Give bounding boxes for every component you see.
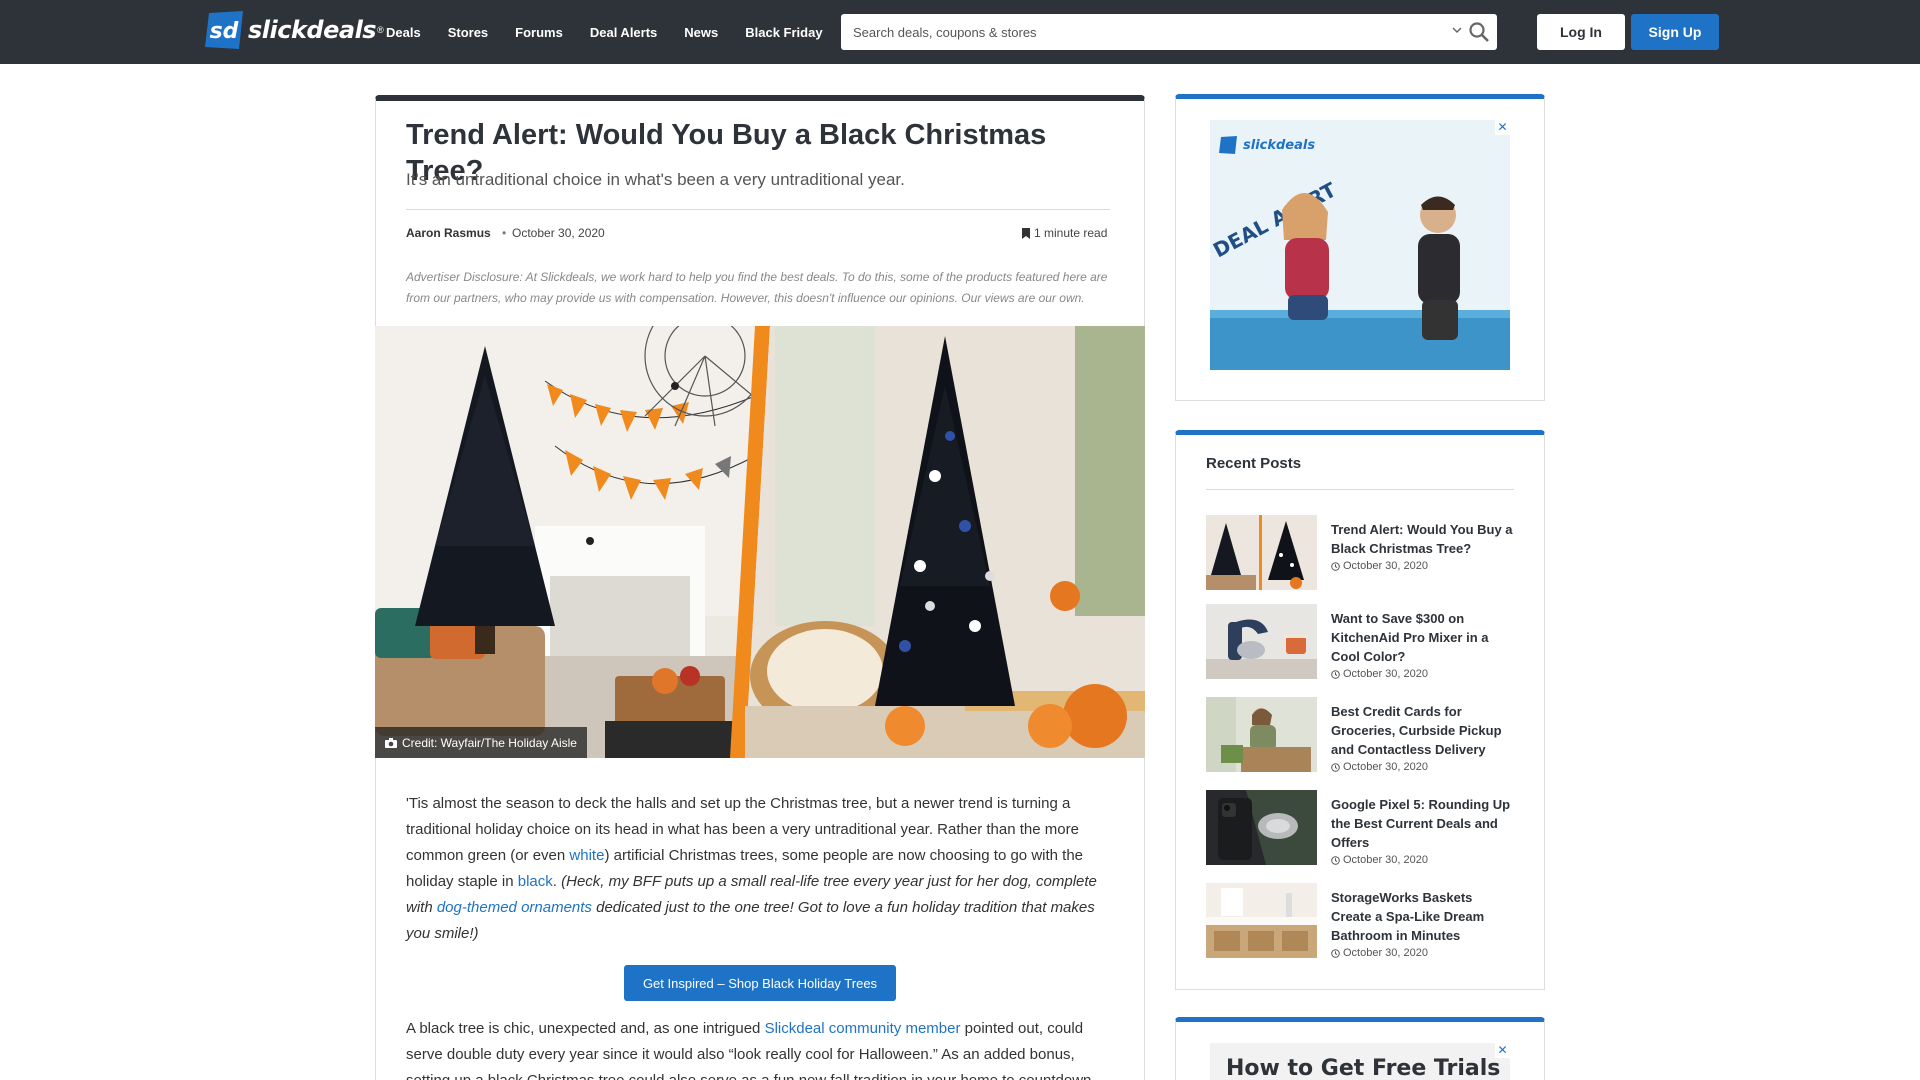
- ad-headline: How to Get Free Trials: [1226, 1056, 1501, 1080]
- advertiser-disclosure: Advertiser Disclosure: At Slickdeals, we…: [406, 270, 1108, 305]
- sidebar-ad-card-2: How to Get Free Trials ✕: [1175, 1017, 1545, 1080]
- post-date-text: October 30, 2020: [1343, 668, 1429, 680]
- top-navigation-bar: sd slickdeals ® Deals Stores Forums Deal…: [0, 0, 1920, 64]
- slickdeals-logo-icon: sd: [205, 11, 243, 49]
- author-name[interactable]: Aaron Rasmus: [406, 226, 491, 240]
- deal-alert-ad-image: slickdeals DEAL ALERT: [1210, 120, 1510, 370]
- image-credit: Credit: Wayfair/The Holiday Aisle: [375, 727, 587, 758]
- post-date: October 30, 2020: [1331, 761, 1428, 773]
- article-card: Trend Alert: Would You Buy a Black Chris…: [375, 95, 1145, 1080]
- post-thumbnail[interactable]: [1206, 515, 1317, 590]
- clock-icon: [1331, 855, 1340, 865]
- signup-button[interactable]: Sign Up: [1631, 14, 1719, 50]
- nav-forums[interactable]: Forums: [515, 25, 563, 40]
- divider: [406, 209, 1110, 210]
- link-white-trees[interactable]: white: [569, 847, 604, 864]
- chevron-down-icon[interactable]: [1452, 25, 1462, 35]
- image-credit-text: Credit: Wayfair/The Holiday Aisle: [402, 735, 577, 750]
- clock-icon: [1331, 669, 1340, 679]
- link-dog-ornaments[interactable]: dog-themed ornaments: [437, 899, 592, 916]
- post-date: October 30, 2020: [1331, 854, 1428, 866]
- clock-icon: [1331, 948, 1340, 958]
- main-nav: Deals Stores Forums Deal Alerts News Bla…: [386, 0, 850, 64]
- post-date: October 30, 2020: [1331, 947, 1428, 959]
- search-input[interactable]: [853, 14, 1433, 50]
- read-time-label: 1 minute read: [1034, 226, 1108, 240]
- clock-icon: [1331, 561, 1340, 571]
- svg-text:slickdeals: slickdeals: [1243, 138, 1315, 153]
- shop-black-trees-button[interactable]: Get Inspired – Shop Black Holiday Trees: [624, 965, 896, 1001]
- read-time: 1 minute read: [1022, 226, 1107, 240]
- bookmark-icon: [1022, 227, 1030, 239]
- search-icon[interactable]: [1468, 21, 1490, 43]
- post-title[interactable]: Best Credit Cards for Groceries, Curbsid…: [1331, 702, 1516, 759]
- link-black-trees[interactable]: black: [518, 873, 553, 890]
- post-thumbnail[interactable]: [1206, 604, 1317, 679]
- slickdeals-logo[interactable]: sd slickdeals ®: [203, 8, 384, 52]
- post-title[interactable]: Trend Alert: Would You Buy a Black Chris…: [1331, 520, 1516, 558]
- recent-posts-heading: Recent Posts: [1206, 455, 1302, 472]
- post-thumbnail[interactable]: [1206, 790, 1317, 865]
- link-community-member[interactable]: Slickdeal community member: [765, 1020, 961, 1037]
- sidebar-ad-card: slickdeals DEAL ALERT ✕: [1175, 94, 1545, 401]
- camera-icon: [385, 737, 397, 748]
- free-trials-ad[interactable]: How to Get Free Trials ✕: [1210, 1043, 1510, 1080]
- post-date-text: October 30, 2020: [1343, 854, 1429, 866]
- post-date: October 30, 2020: [1331, 560, 1428, 572]
- recent-posts-card: Recent Posts Trend Alert: Would You Buy …: [1175, 430, 1545, 990]
- post-date-text: October 30, 2020: [1343, 947, 1429, 959]
- post-title[interactable]: Google Pixel 5: Rounding Up the Best Cur…: [1331, 795, 1516, 852]
- article-subtitle: It's an untraditional choice in what's b…: [406, 170, 905, 189]
- divider: [1206, 489, 1514, 490]
- registered-mark: ®: [377, 25, 384, 35]
- ad-close-icon[interactable]: ✕: [1495, 1043, 1510, 1058]
- svg-text:sd: sd: [210, 19, 239, 44]
- nav-deal-alerts[interactable]: Deal Alerts: [590, 25, 657, 40]
- post-date-text: October 30, 2020: [1343, 560, 1429, 572]
- search-bar: [841, 14, 1497, 50]
- paragraph-text: A black tree is chic, unexpected and, as…: [406, 1020, 765, 1037]
- logo-wordmark: slickdeals: [248, 16, 377, 44]
- article-paragraph-1: 'Tis almost the season to deck the halls…: [406, 791, 1110, 947]
- post-thumbnail[interactable]: [1206, 883, 1317, 958]
- post-title[interactable]: StorageWorks Baskets Create a Spa-Like D…: [1331, 888, 1516, 945]
- paragraph-text: .: [552, 873, 562, 890]
- nav-stores[interactable]: Stores: [448, 25, 488, 40]
- article-paragraph-2: A black tree is chic, unexpected and, as…: [406, 1016, 1110, 1080]
- post-date: October 30, 2020: [1331, 668, 1428, 680]
- black-christmas-tree-photo: [375, 326, 1145, 758]
- hero-image: Credit: Wayfair/The Holiday Aisle: [375, 326, 1145, 758]
- post-date-text: October 30, 2020: [1343, 761, 1429, 773]
- post-thumbnail[interactable]: [1206, 697, 1317, 772]
- meta-separator: •: [502, 226, 507, 240]
- nav-news[interactable]: News: [684, 25, 718, 40]
- nav-deals[interactable]: Deals: [386, 25, 421, 40]
- deal-alert-ad[interactable]: slickdeals DEAL ALERT ✕: [1210, 120, 1510, 370]
- publish-date: October 30, 2020: [512, 226, 605, 240]
- nav-black-friday[interactable]: Black Friday: [745, 25, 822, 40]
- login-button[interactable]: Log In: [1537, 14, 1625, 50]
- ad-close-icon[interactable]: ✕: [1495, 120, 1510, 135]
- post-title[interactable]: Want to Save $300 on KitchenAid Pro Mixe…: [1331, 609, 1516, 666]
- clock-icon: [1331, 762, 1340, 772]
